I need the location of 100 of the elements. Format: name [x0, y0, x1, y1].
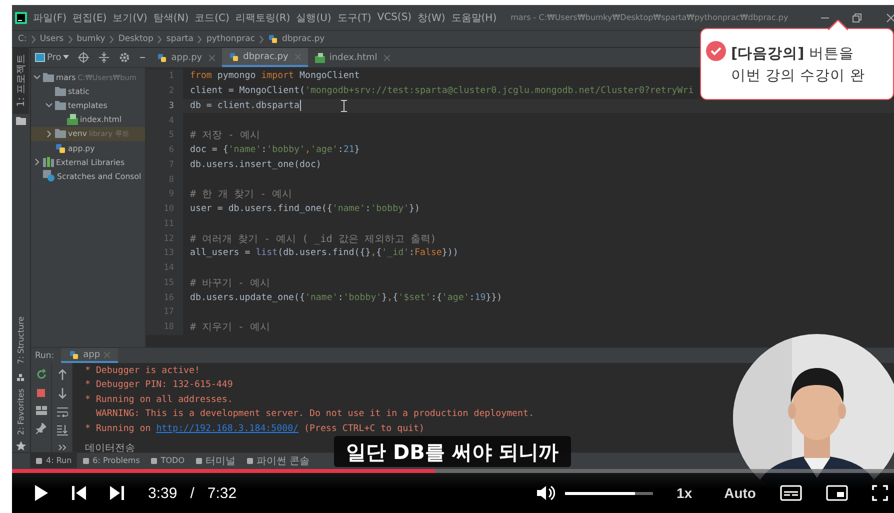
code-line: # 한 개 찾기 - 예시	[190, 188, 292, 202]
menu-item[interactable]: 탐색(N)	[153, 10, 189, 24]
menu-item[interactable]: 코드(C)	[194, 10, 230, 24]
scroll-end-icon[interactable]	[56, 425, 68, 436]
breadcrumb-item[interactable]: bumky	[76, 34, 106, 44]
restore-icon[interactable]	[852, 12, 862, 22]
breadcrumb-item[interactable]: dbprac.py	[282, 34, 325, 44]
breadcrumb-item[interactable]: pythonprac	[206, 34, 255, 44]
menu-item[interactable]: 창(W)	[418, 10, 446, 24]
tool-tab[interactable]: 파이썬 콘솔	[240, 453, 315, 468]
python-file-icon	[55, 142, 66, 154]
tool-tab[interactable]: 4: Run	[30, 453, 77, 468]
wrap-icon[interactable]	[56, 407, 68, 417]
previous-icon[interactable]	[72, 486, 86, 500]
console-line: * Debugger is active!	[85, 365, 201, 378]
editor-tab[interactable]: app.py	[150, 48, 222, 67]
console-line: * Debugger PIN: 132-615-449	[85, 379, 234, 392]
run-tab[interactable]: app	[61, 348, 118, 363]
caret-icon	[63, 55, 70, 60]
collapse-icon[interactable]	[99, 52, 110, 63]
panel-icon	[35, 53, 45, 62]
editor-tab[interactable]: dbprac.py	[222, 48, 308, 67]
stop-icon[interactable]	[36, 388, 46, 398]
chevron-icon	[259, 34, 264, 44]
tool-tab[interactable]: 6: Problems	[76, 453, 145, 468]
subtitle: 일단 DB를 써야 되니까	[334, 436, 571, 467]
play-icon[interactable]	[34, 485, 48, 501]
down-arrow-icon[interactable]	[58, 388, 66, 399]
url-link[interactable]: http://192.168.3.184:5000/	[156, 424, 299, 434]
code-line: from pymongo import MongoClient	[190, 71, 360, 82]
folder-icon	[55, 86, 66, 96]
menu-item[interactable]: 도구(T)	[337, 10, 372, 24]
menu-item[interactable]: 파일(F)	[33, 10, 67, 24]
tool-tab-icon	[35, 456, 43, 464]
menu-item[interactable]: 편집(E)	[72, 10, 107, 24]
tool-window-tab[interactable]: 2: Favorites	[13, 386, 29, 438]
breadcrumb-item[interactable]: sparta	[166, 34, 194, 44]
time-separator: /	[190, 484, 194, 502]
speed-button[interactable]: 1x	[670, 483, 698, 503]
console-line: WARNING: This is a development server. Do not use it in a production deployment.	[94, 408, 535, 422]
menu-item[interactable]: VCS(S)	[377, 12, 412, 23]
chevron-icon	[68, 34, 73, 44]
duration: 7:32	[207, 484, 237, 502]
tool-tab[interactable]: 터미널	[190, 453, 241, 468]
hide-icon[interactable]	[140, 56, 146, 59]
library-icon	[43, 157, 54, 168]
menu-item[interactable]: 실행(U)	[296, 10, 332, 24]
code-line: db = client.dbsparta	[190, 100, 300, 111]
fullscreen-icon[interactable]	[872, 485, 888, 501]
layout-icon[interactable]	[36, 406, 46, 415]
tool-window-tab[interactable]: 7: Structure	[13, 310, 29, 370]
tool-tab-icon	[194, 456, 203, 464]
folder-icon	[55, 129, 66, 138]
chevron-icon[interactable]	[45, 130, 53, 138]
breadcrumb-item[interactable]: Users	[40, 34, 64, 44]
volume-slider[interactable]	[564, 492, 653, 494]
code-line: user = db.users.find_one({'name':'bobby'})	[190, 204, 420, 214]
locate-icon[interactable]	[78, 52, 90, 63]
editor-tab[interactable]: index.html	[308, 48, 398, 67]
volume-icon[interactable]	[536, 485, 555, 501]
html-file-icon	[67, 114, 78, 126]
tool-tab-icon	[246, 456, 254, 464]
pin-icon[interactable]	[36, 423, 46, 434]
code-line: doc = {'name':'bobby','age':21}	[190, 145, 360, 156]
tool-tab-icon	[150, 456, 158, 464]
chevron-icon	[157, 34, 162, 44]
more-icon[interactable]	[58, 444, 66, 451]
run-label: Run:	[34, 350, 56, 362]
structure-icon[interactable]	[17, 374, 25, 382]
rerun-icon[interactable]	[36, 369, 46, 380]
menu-item[interactable]: 리팩토링(R)	[235, 10, 290, 24]
code-line: db.users.insert_one(doc)	[190, 160, 322, 170]
python-file-icon	[69, 350, 80, 360]
next-icon[interactable]	[110, 486, 124, 500]
menu-item[interactable]: 도움말(H)	[451, 10, 497, 24]
close-icon[interactable]	[886, 12, 894, 22]
quality-button[interactable]: Auto	[718, 483, 762, 503]
folder-icon[interactable]	[16, 116, 26, 125]
chevron-icon[interactable]	[45, 101, 53, 110]
star-icon[interactable]	[16, 441, 26, 451]
app-logo-icon	[15, 12, 27, 24]
breadcrumb-item[interactable]: Desktop	[118, 34, 154, 44]
picture-in-picture-icon[interactable]	[826, 485, 848, 501]
menu-item[interactable]: 보기(V)	[112, 10, 148, 24]
project-view-selector[interactable]: Pro	[31, 48, 74, 67]
chevron-icon	[30, 34, 36, 44]
code-line: # 바꾸기 - 예시	[190, 276, 270, 290]
breadcrumb-item[interactable]: C:	[18, 34, 27, 44]
subtitles-icon[interactable]	[780, 485, 802, 501]
code-line: db.users.update_one({'name':'bobby'},{'$set':{'age':19}})	[190, 292, 502, 303]
chevron-icon[interactable]	[33, 73, 41, 82]
settings-icon[interactable]	[119, 52, 130, 63]
python-file-icon	[268, 34, 278, 44]
chevron-icon[interactable]	[33, 158, 41, 166]
popup-text: 이번 강의 수강이 완	[731, 66, 865, 84]
python-file-icon	[229, 52, 240, 62]
folder-icon	[43, 72, 54, 82]
tool-tab[interactable]: TODO	[144, 453, 190, 468]
tool-window-tab[interactable]: 1: 프로젝트	[13, 48, 29, 114]
up-arrow-icon[interactable]	[58, 369, 66, 380]
